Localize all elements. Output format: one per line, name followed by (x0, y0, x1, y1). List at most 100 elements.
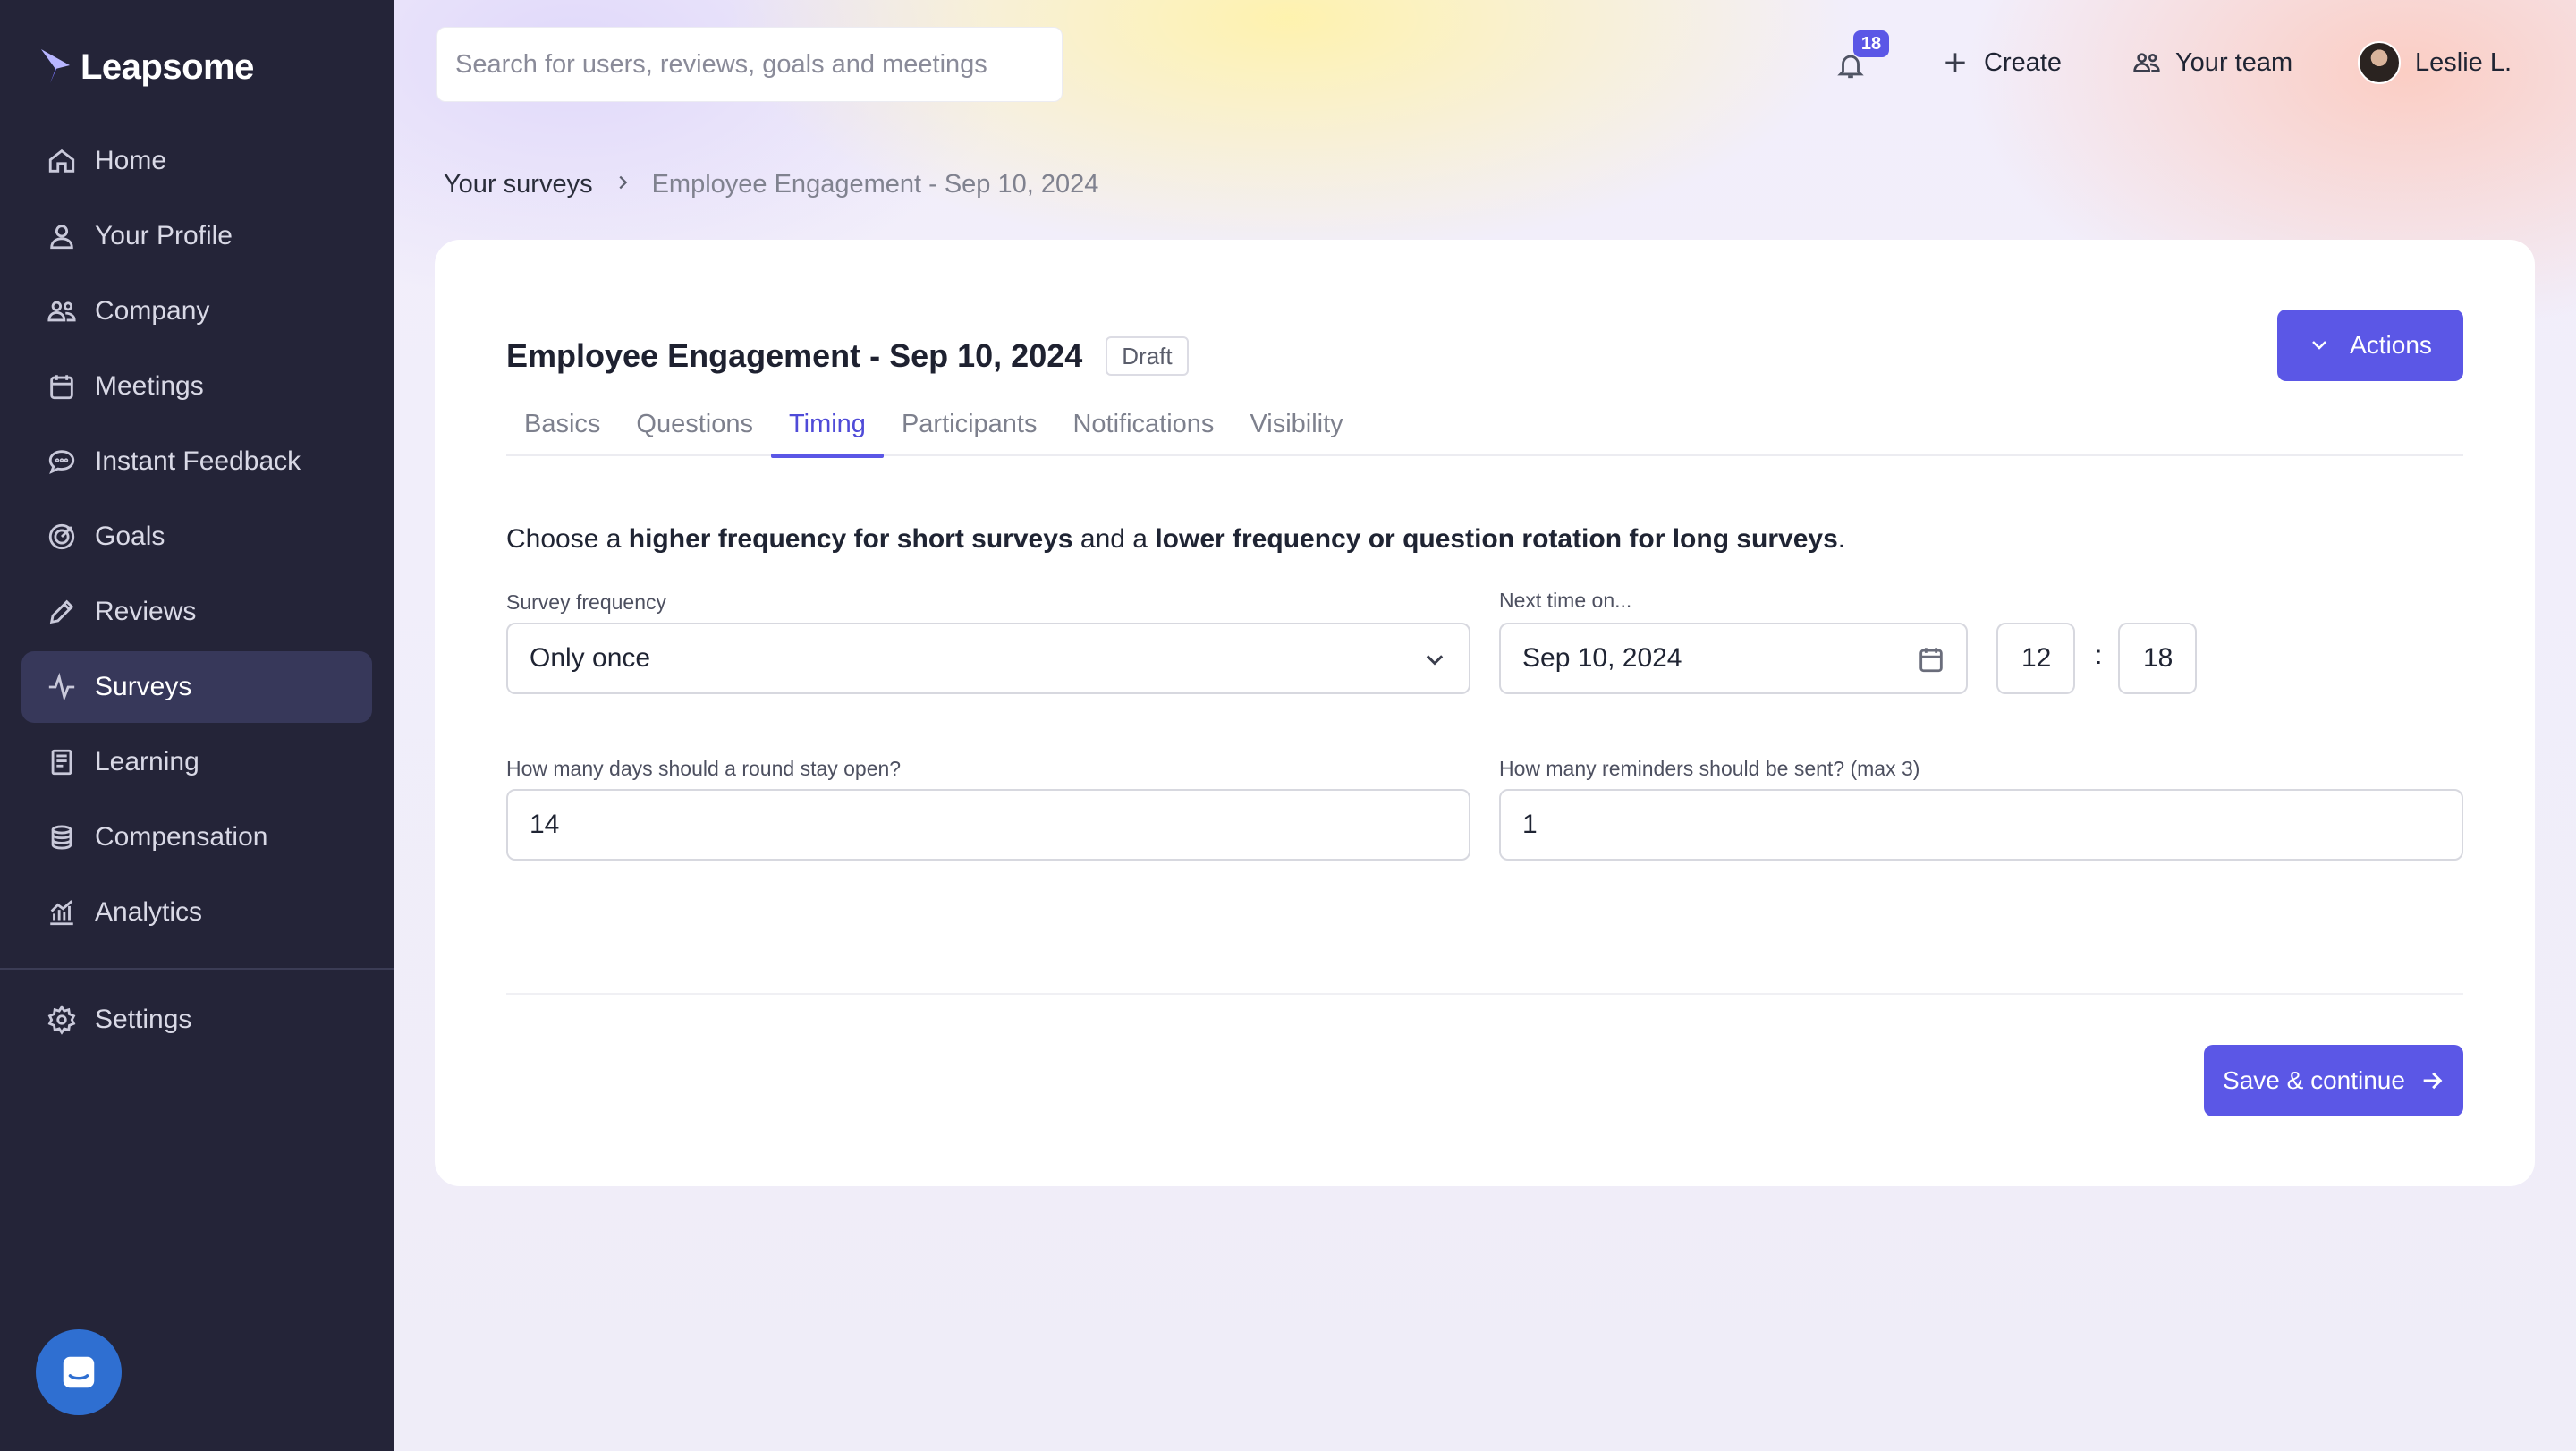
create-button[interactable]: Create (1941, 39, 2062, 86)
sidebar-settings-section: Settings (21, 984, 372, 1059)
sidebar-item-goals[interactable]: Goals (21, 501, 372, 573)
users-icon (47, 296, 77, 327)
search-placeholder: Search for users, reviews, goals and mee… (455, 49, 987, 79)
hour-value: 12 (2021, 643, 2052, 673)
sidebar-item-label: Learning (95, 747, 199, 776)
user-icon (47, 221, 77, 251)
desc-emphasis-short: higher frequency for short surveys (628, 524, 1073, 554)
hour-input[interactable]: 12 (1996, 623, 2075, 694)
sidebar: Leapsome Home Your Profile Company Meeti… (0, 0, 394, 1451)
chevron-right-icon (613, 170, 632, 199)
sidebar-item-surveys[interactable]: Surveys (21, 651, 372, 723)
breadcrumb-current: Employee Engagement - Sep 10, 2024 (651, 169, 1099, 199)
sidebar-item-label: Meetings (95, 371, 204, 401)
app-name: Leapsome (80, 47, 254, 87)
survey-title-row: Employee Engagement - Sep 10, 2024 Draft (506, 329, 1189, 383)
reminders-value: 1 (1522, 810, 1538, 839)
team-icon (2133, 53, 2160, 72)
sidebar-item-label: Home (95, 146, 167, 175)
chevron-down-icon (1422, 648, 1447, 673)
save-continue-label: Save & continue (2223, 1066, 2405, 1094)
desc-emphasis-long: lower frequency or question rotation for… (1155, 524, 1838, 554)
sidebar-item-reviews[interactable]: Reviews (21, 576, 372, 648)
your-team-label: Your team (2175, 47, 2293, 77)
chat-widget-icon (63, 1356, 95, 1388)
chevron-down-icon (2312, 341, 2326, 350)
main-area: Search for users, reviews, goals and mee… (394, 0, 2576, 1451)
sidebar-item-home[interactable]: Home (21, 125, 372, 197)
tab-participants[interactable]: Participants (884, 392, 1055, 456)
days-open-label: How many days should a round stay open? (506, 757, 902, 780)
minute-value: 18 (2143, 643, 2174, 673)
home-icon (47, 146, 77, 176)
next-date-value: Sep 10, 2024 (1522, 643, 1682, 673)
days-open-input[interactable]: 14 (506, 789, 1470, 861)
sidebar-item-your-profile[interactable]: Your Profile (21, 200, 372, 272)
survey-tabs: Basics Questions Timing Participants Not… (506, 392, 2463, 458)
tab-notifications[interactable]: Notifications (1055, 392, 1232, 456)
status-badge: Draft (1106, 336, 1189, 376)
search-input[interactable]: Search for users, reviews, goals and mee… (436, 27, 1063, 102)
breadcrumb: Your surveys Employee Engagement - Sep 1… (444, 165, 1098, 204)
survey-card: Employee Engagement - Sep 10, 2024 Draft… (435, 240, 2535, 1186)
tab-basics[interactable]: Basics (506, 392, 618, 456)
breadcrumb-your-surveys-link[interactable]: Your surveys (444, 170, 593, 199)
notification-count-badge: 18 (1853, 30, 1889, 57)
user-name: Leslie L. (2415, 47, 2512, 77)
save-continue-button[interactable]: Save & continue (2204, 1045, 2463, 1116)
reminders-label: How many reminders should be sent? (max … (1499, 757, 1920, 780)
survey-frequency-select[interactable]: Only once (506, 623, 1470, 694)
sidebar-item-label: Reviews (95, 597, 197, 626)
target-icon (47, 522, 77, 552)
sidebar-item-label: Company (95, 296, 210, 326)
sidebar-item-compensation[interactable]: Compensation (21, 802, 372, 873)
avatar (2358, 41, 2401, 84)
pulse-icon (47, 672, 77, 702)
sidebar-item-analytics[interactable]: Analytics (21, 877, 372, 948)
coins-icon (47, 822, 77, 853)
sidebar-item-settings[interactable]: Settings (21, 984, 372, 1056)
sidebar-item-label: Instant Feedback (95, 446, 301, 476)
support-chat-button[interactable] (36, 1329, 122, 1415)
leapsome-logo-icon (38, 47, 73, 87)
tab-visibility[interactable]: Visibility (1232, 392, 1360, 456)
page-title: Employee Engagement - Sep 10, 2024 (506, 337, 1083, 374)
arrow-right-icon (2423, 1072, 2443, 1090)
bar-chart-icon (47, 897, 77, 928)
tab-questions[interactable]: Questions (618, 392, 771, 456)
next-date-input[interactable]: Sep 10, 2024 (1499, 623, 1968, 694)
survey-frequency-value: Only once (530, 643, 651, 673)
calendar-icon[interactable] (1916, 644, 1946, 675)
sidebar-item-learning[interactable]: Learning (21, 726, 372, 798)
sidebar-item-label: Goals (95, 522, 165, 551)
chat-icon (47, 446, 77, 477)
sidebar-item-label: Surveys (95, 672, 192, 701)
gear-icon (47, 1005, 77, 1035)
book-icon (47, 747, 77, 777)
timing-description: Choose a higher frequency for short surv… (506, 524, 1845, 555)
sidebar-item-meetings[interactable]: Meetings (21, 351, 372, 422)
reminders-input[interactable]: 1 (1499, 789, 2463, 861)
pencil-icon (47, 597, 77, 627)
sidebar-item-label: Your Profile (95, 221, 233, 250)
time-separator: : (2095, 641, 2103, 670)
survey-frequency-label: Survey frequency (506, 590, 666, 614)
sidebar-item-label: Settings (95, 1005, 192, 1034)
your-team-button[interactable]: Your team (2132, 39, 2292, 86)
desc-part: . (1837, 524, 1846, 554)
calendar-icon (47, 371, 77, 402)
sidebar-item-instant-feedback[interactable]: Instant Feedback (21, 426, 372, 497)
tab-timing[interactable]: Timing (771, 392, 884, 458)
minute-input[interactable]: 18 (2118, 623, 2197, 694)
plus-icon (1945, 53, 1965, 72)
user-menu-button[interactable]: Leslie L. (2358, 39, 2512, 86)
next-time-label: Next time on... (1499, 589, 1632, 612)
actions-button[interactable]: Actions (2277, 310, 2463, 381)
actions-label: Actions (2350, 331, 2432, 359)
sidebar-item-label: Analytics (95, 897, 203, 927)
leapsome-logo[interactable]: Leapsome (38, 43, 254, 91)
desc-part: and a (1072, 524, 1156, 554)
sidebar-item-company[interactable]: Company (21, 276, 372, 347)
footer-divider (506, 993, 2463, 995)
create-label: Create (1984, 47, 2063, 77)
